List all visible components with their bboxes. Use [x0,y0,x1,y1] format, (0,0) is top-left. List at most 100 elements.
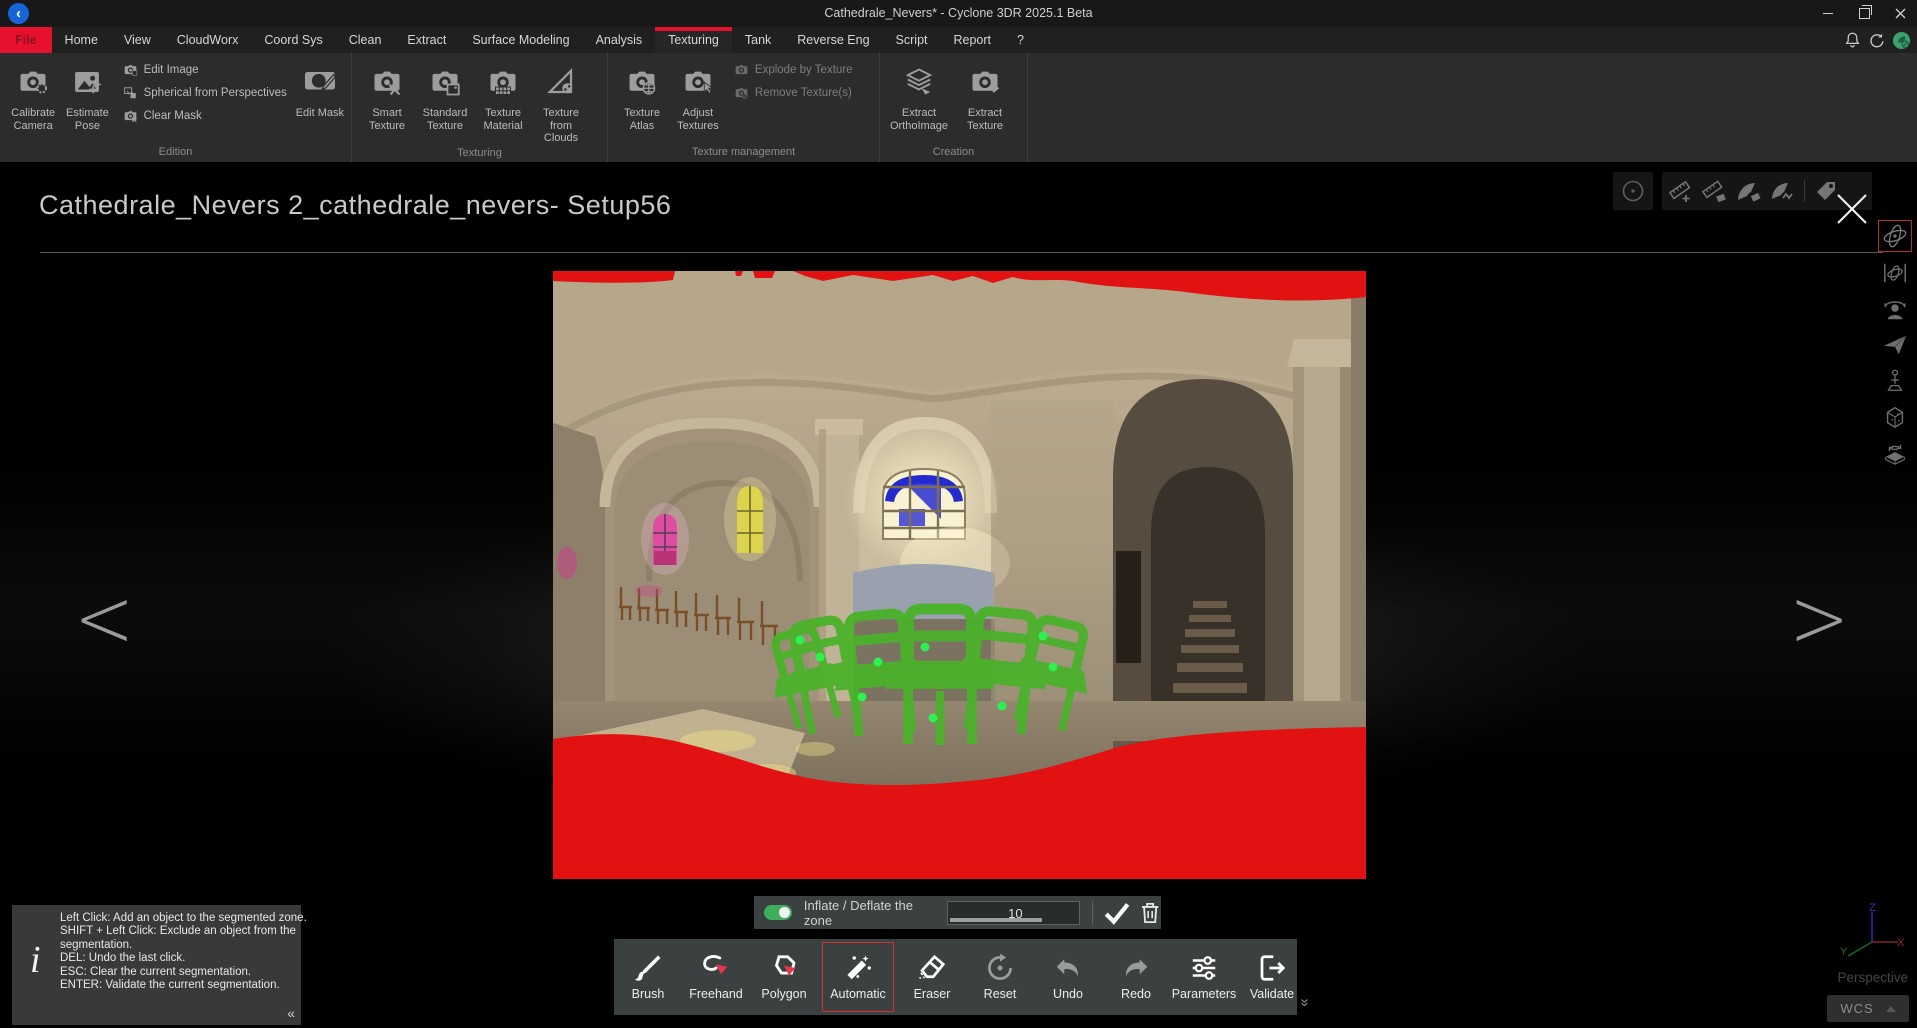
calibrate-camera-button[interactable]: Calibrate Camera [6,57,60,144]
ribbon: Calibrate Camera Estimate Pose Edit Imag… [0,53,1917,162]
delete-trash-button[interactable] [1139,900,1161,926]
collapse-help-button[interactable]: « [287,1005,295,1021]
remove-measurement-icon[interactable] [1700,178,1728,204]
edit-mask-button[interactable]: Edit Mask [293,57,347,144]
segmentation-toolbar: Brush Freehand Polygon Automatic Eraser [614,939,1297,1015]
texture-atlas-icon [625,67,659,97]
extract-orthoimage-button[interactable]: Extract OrthoImage [886,57,952,144]
group-label-creation: Creation [880,144,1027,162]
extract-texture-button[interactable]: Extract Texture [952,57,1018,144]
inflate-label: Inflate / Deflate the zone [804,898,935,928]
polygon-icon [769,953,799,983]
cube-icon [1881,404,1909,430]
texture-from-clouds-button[interactable]: Texture from Clouds [532,57,590,145]
texture-atlas-button[interactable]: Texture Atlas [614,57,670,144]
edit-image-button[interactable]: Edit Image [123,63,287,77]
turntable-view-button[interactable] [1879,438,1911,468]
fly-view-button[interactable] [1879,330,1911,360]
menu-tab-analysis[interactable]: Analysis [583,27,656,53]
redo-button[interactable]: Redo [1102,939,1170,1015]
menu-tab-clean[interactable]: Clean [336,27,395,53]
magic-wand-icon [843,953,873,983]
sync-icon[interactable] [1868,32,1885,49]
confirm-check-button[interactable] [1103,900,1131,926]
examine-view-button[interactable] [1879,294,1911,324]
close-viewport-button[interactable] [1833,190,1871,228]
menu-tab-help[interactable]: ? [1004,27,1037,53]
texture-material-button[interactable]: Texture Material [474,57,532,145]
image-pose-icon [71,67,103,97]
menu-tab-reverse-eng[interactable]: Reverse Eng [784,27,882,53]
axis-indicator: Z X Y [1838,902,1904,966]
notifications-bell-icon[interactable] [1844,31,1861,49]
constrained-orbit-icon [1881,260,1909,286]
walk-view-button[interactable] [1879,366,1911,396]
smart-texture-button[interactable]: Smart Texture [358,57,416,145]
inflate-toggle[interactable] [764,905,792,920]
inflate-slider-track[interactable] [950,918,1042,922]
up-triangle-icon [1886,1006,1896,1012]
3d-viewport[interactable]: Cathedrale_Nevers 2_cathedrale_nevers- S… [0,162,1917,1028]
info-icon: i [30,941,41,979]
reset-tool-button[interactable]: Reset [966,939,1034,1015]
inflate-value-input[interactable] [948,902,1083,926]
user-avatar[interactable] [1892,31,1911,50]
group-label-texturing: Texturing [352,145,607,163]
remove-angle-icon[interactable] [1734,178,1762,204]
freehand-tool-button[interactable]: Freehand [682,939,750,1015]
texture-from-clouds-icon [545,67,577,97]
collapse-toolbar-button[interactable]: » [1295,988,1315,1014]
menu-tab-view[interactable]: View [111,27,164,53]
menu-tab-texturing[interactable]: Texturing [655,27,732,53]
menu-tab-report[interactable]: Report [941,27,1005,53]
adjust-textures-icon [681,67,715,97]
menu-tab-cloudworx[interactable]: CloudWorx [164,27,252,53]
projection-label: Perspective [1822,970,1908,985]
eraser-tool-button[interactable]: Eraser [898,939,966,1015]
title-bar: ‹ Cathedrale_Nevers* - Cyclone 3DR 2025.… [0,0,1917,27]
menu-tab-home[interactable]: Home [52,27,111,53]
polygon-tool-button[interactable]: Polygon [750,939,818,1015]
restore-button[interactable] [1853,5,1875,23]
close-icon [1895,8,1906,19]
brush-tool-button[interactable]: Brush [614,939,682,1015]
automatic-tool-button[interactable]: Automatic [822,942,894,1012]
constrained-orbit-button[interactable] [1879,258,1911,288]
add-measurement-icon[interactable] [1666,178,1694,204]
orbit-view-button[interactable] [1878,220,1912,252]
eraser-icon [917,953,947,983]
next-setup-arrow[interactable]: > [1789,577,1849,660]
menu-tab-tank[interactable]: Tank [732,27,784,53]
menu-tab-extract[interactable]: Extract [394,27,459,53]
panorama-image[interactable] [553,271,1366,879]
help-text: Left Click: Add an object to the segment… [60,912,312,992]
extract-orthoimage-icon [902,67,936,97]
menu-tab-script[interactable]: Script [883,27,941,53]
help-panel: i Left Click: Add an object to the segme… [12,905,301,1025]
wcs-button[interactable]: WCS [1827,995,1909,1022]
menu-tab-file[interactable]: File [0,27,52,53]
spherical-from-perspectives-button[interactable]: Spherical from Perspectives [123,86,287,100]
explode-by-texture-button[interactable]: Explode by Texture [734,63,869,77]
undo-button[interactable]: Undo [1034,939,1102,1015]
standard-texture-button[interactable]: Standard Texture [416,57,474,145]
close-button[interactable] [1889,5,1911,23]
circle-center-icon[interactable] [1620,178,1646,204]
menu-tab-coordsys[interactable]: Coord Sys [251,27,335,53]
minimize-button[interactable] [1817,5,1839,23]
menu-tab-surface-modeling[interactable]: Surface Modeling [459,27,582,53]
compass-toolbar [1613,172,1653,210]
brush-icon [633,953,663,983]
parameters-button[interactable]: Parameters [1170,939,1238,1015]
ribbon-group-creation: Extract OrthoImage Extract Texture Creat… [880,53,1028,162]
edit-mask-icon [302,67,338,97]
remove-textures-button[interactable]: Remove Texture(s) [734,86,869,100]
estimate-pose-button[interactable]: Estimate Pose [60,57,114,144]
previous-setup-arrow[interactable]: < [74,577,134,660]
adjust-textures-button[interactable]: Adjust Textures [670,57,726,144]
view-cube-button[interactable] [1879,402,1911,432]
clear-mask-button[interactable]: Clear Mask [123,109,287,123]
remove-textures-icon [734,86,749,100]
angle-wave-icon[interactable] [1768,178,1796,204]
texture-material-icon [486,67,520,97]
